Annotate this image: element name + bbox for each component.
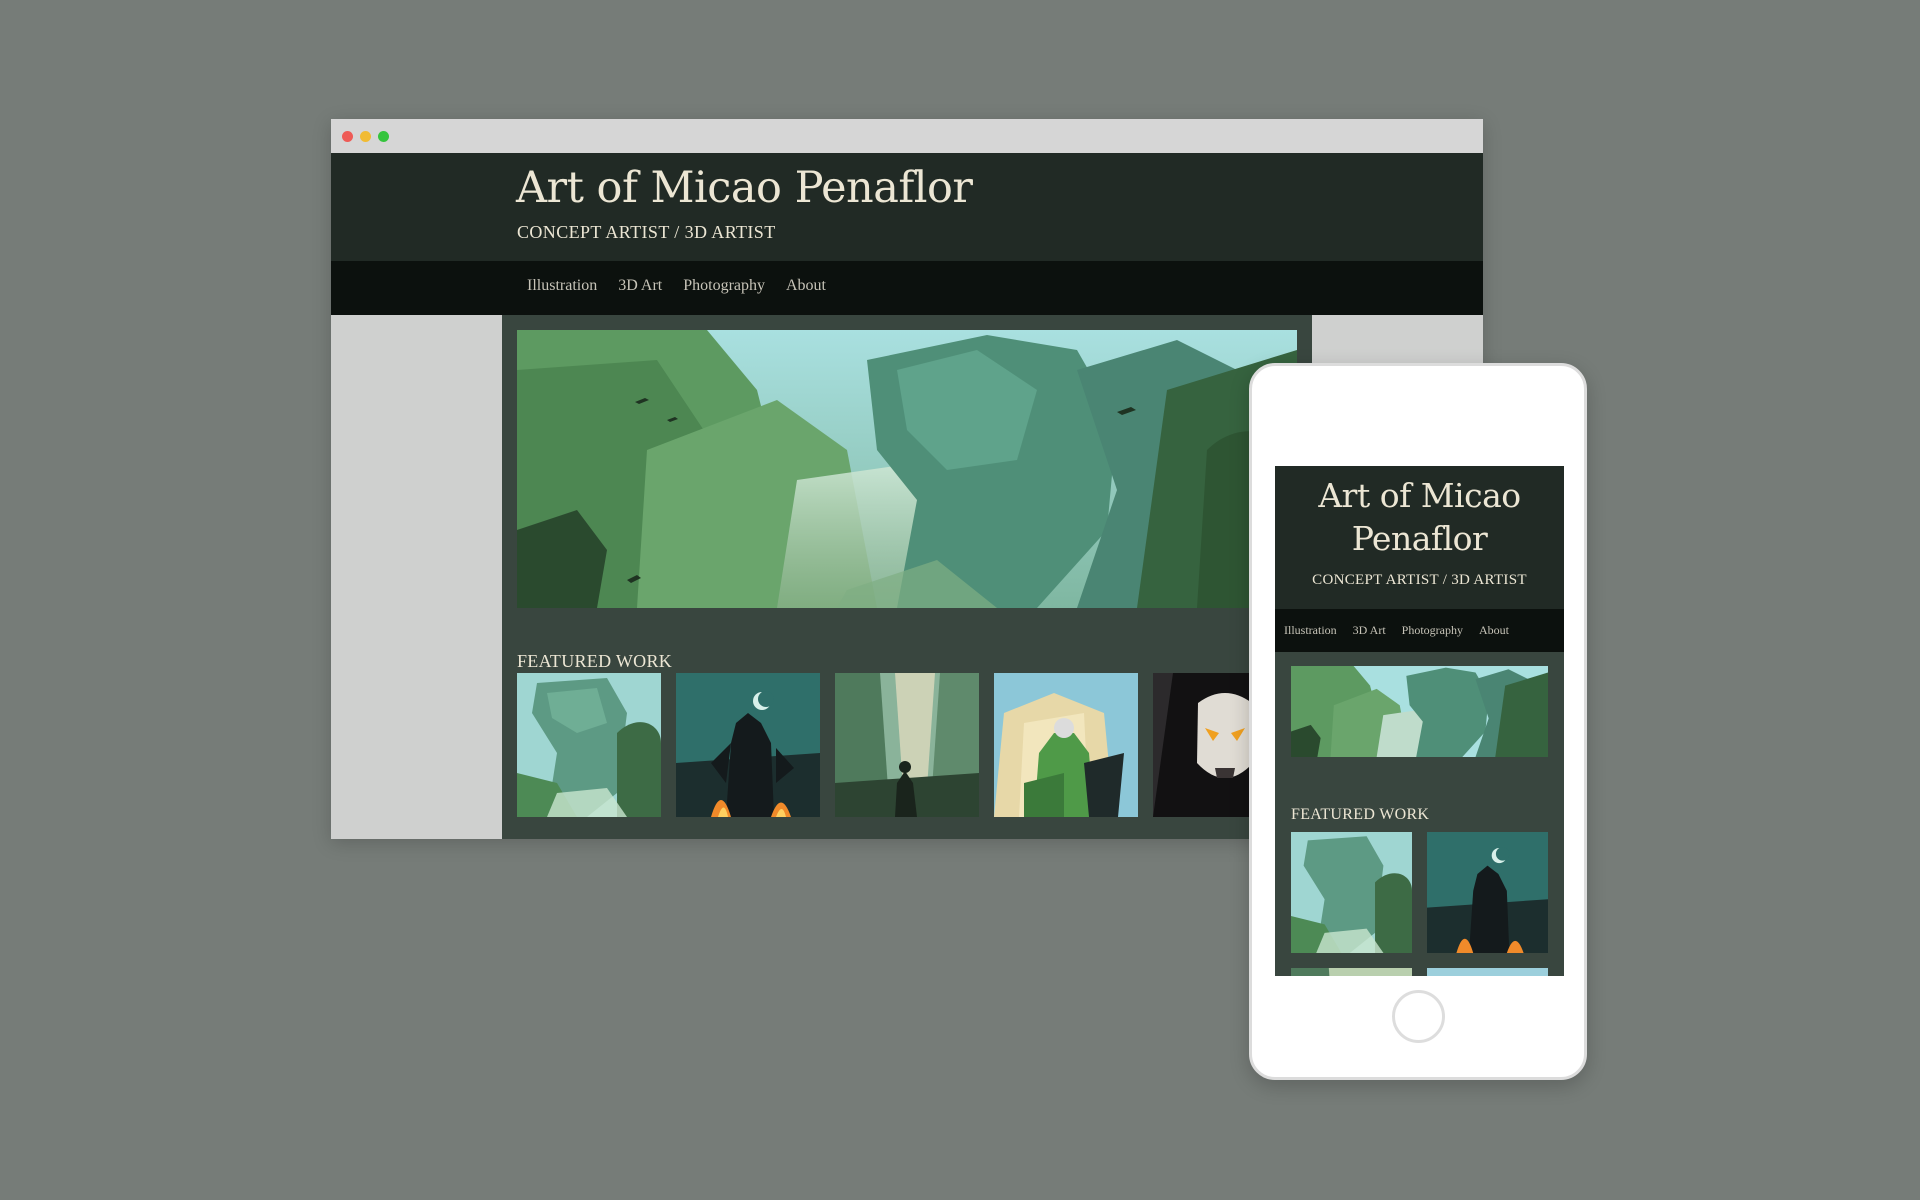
gallery-thumbnail[interactable] xyxy=(517,673,661,817)
mobile-screen: Art of Micao Penaflor CONCEPT ARTIST / 3… xyxy=(1275,466,1564,976)
hero-artwork[interactable] xyxy=(517,330,1297,608)
mobile-nav-link-3d-art[interactable]: 3D Art xyxy=(1353,623,1386,638)
site-header: Art of Micao Penaflor CONCEPT ARTIST / 3… xyxy=(331,153,1483,261)
site-tagline: CONCEPT ARTIST / 3D ARTIST xyxy=(517,222,776,242)
browser-titlebar xyxy=(331,119,1483,153)
maximize-window-button[interactable] xyxy=(378,131,389,142)
mobile-nav-link-about[interactable]: About xyxy=(1479,623,1509,638)
mobile-gallery-thumbnail[interactable] xyxy=(1427,832,1548,953)
mobile-gallery-thumbnail[interactable] xyxy=(1291,968,1412,976)
featured-gallery xyxy=(517,673,1312,818)
gallery-thumbnail[interactable] xyxy=(835,673,979,817)
nav-link-about[interactable]: About xyxy=(786,277,826,295)
featured-work-heading: FEATURED WORK xyxy=(517,651,673,671)
gallery-thumbnail[interactable] xyxy=(994,673,1138,817)
mobile-gallery-thumbnail[interactable] xyxy=(1427,968,1548,976)
mobile-device: Art of Micao Penaflor CONCEPT ARTIST / 3… xyxy=(1249,363,1587,1080)
mobile-title-line-2: Penaflor xyxy=(1351,519,1488,558)
site-title[interactable]: Art of Micao Penaflor xyxy=(516,163,973,213)
mobile-nav-link-photography[interactable]: Photography xyxy=(1402,623,1463,638)
nav-link-illustration[interactable]: Illustration xyxy=(527,277,597,295)
home-button[interactable] xyxy=(1392,990,1445,1043)
mobile-hero-artwork[interactable] xyxy=(1291,666,1548,757)
mobile-site-nav: Illustration 3D Art Photography About xyxy=(1275,609,1564,652)
close-window-button[interactable] xyxy=(342,131,353,142)
main-content: FEATURED WORK xyxy=(502,315,1312,839)
mobile-featured-work-heading: FEATURED WORK xyxy=(1291,806,1430,823)
mobile-site-title[interactable]: Art of Micao Penaflor xyxy=(1275,474,1564,560)
mobile-site-header: Art of Micao Penaflor CONCEPT ARTIST / 3… xyxy=(1275,466,1564,609)
mobile-nav-link-illustration[interactable]: Illustration xyxy=(1284,623,1337,638)
nav-link-photography[interactable]: Photography xyxy=(683,277,765,295)
site-nav: Illustration 3D Art Photography About xyxy=(331,261,1483,315)
mobile-site-tagline: CONCEPT ARTIST / 3D ARTIST xyxy=(1312,572,1527,588)
mobile-title-line-1: Art of Micao xyxy=(1318,476,1521,515)
gallery-thumbnail[interactable] xyxy=(676,673,820,817)
nav-link-3d-art[interactable]: 3D Art xyxy=(618,277,662,295)
minimize-window-button[interactable] xyxy=(360,131,371,142)
mobile-gallery-thumbnail[interactable] xyxy=(1291,832,1412,953)
